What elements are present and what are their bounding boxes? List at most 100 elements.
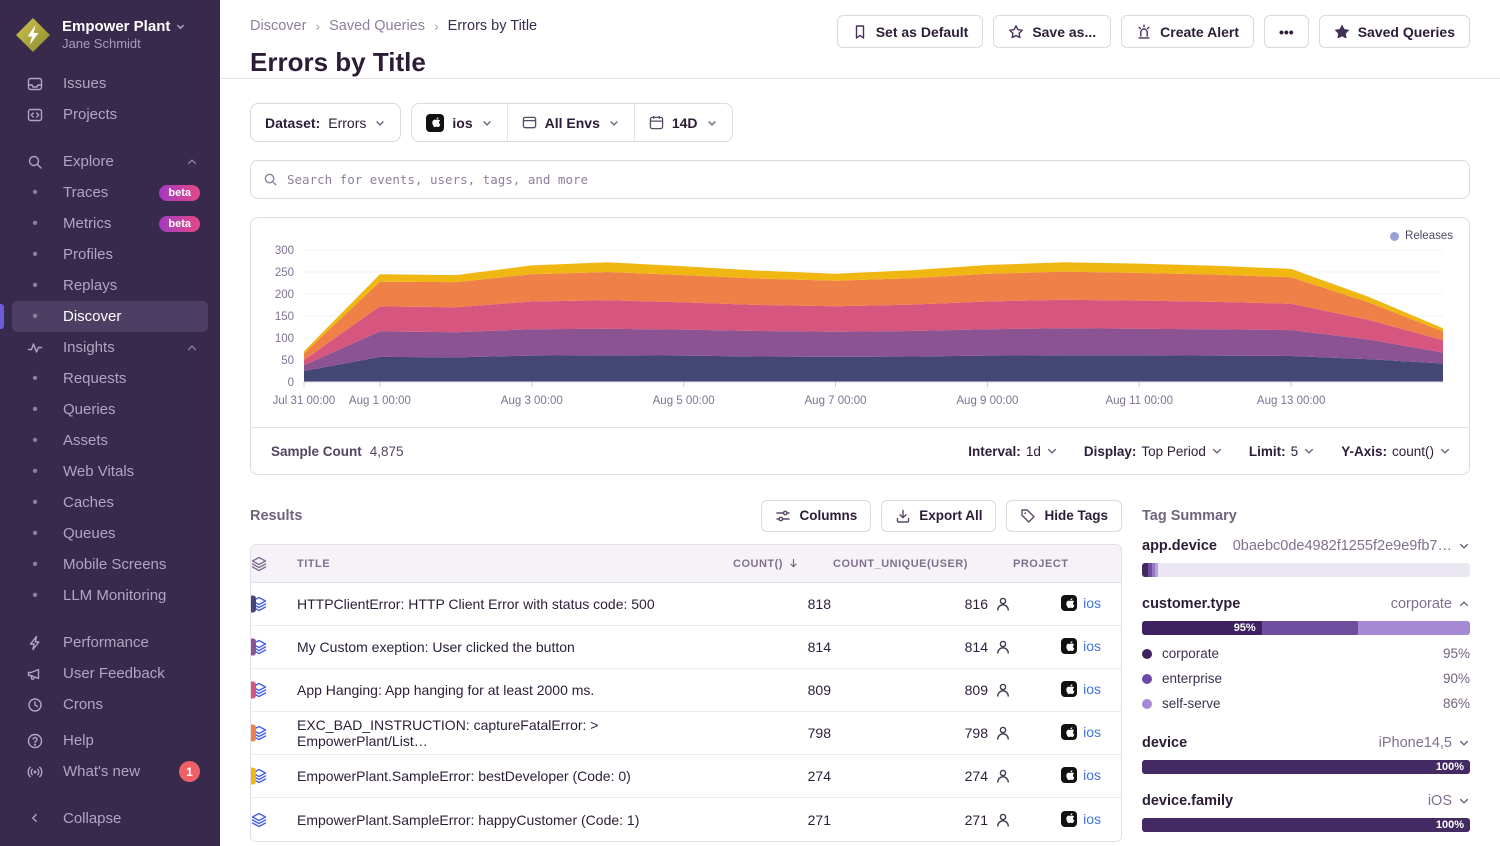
project-link[interactable]: ios bbox=[1061, 724, 1101, 740]
count-cell: 818 bbox=[733, 583, 833, 626]
environment-filter[interactable]: All Envs bbox=[507, 104, 634, 141]
tag-legend-item[interactable]: corporate95% bbox=[1142, 641, 1470, 666]
insights-icon bbox=[26, 340, 44, 356]
dataset-value: Errors bbox=[328, 115, 366, 131]
set-as-default-button[interactable]: Set as Default bbox=[837, 15, 984, 48]
sidebar-item-explore[interactable]: Explore bbox=[12, 146, 208, 177]
sidebar-item-label: Assets bbox=[63, 432, 108, 449]
column-header-stack[interactable] bbox=[251, 545, 297, 583]
overflow-menu-button[interactable]: ••• bbox=[1264, 15, 1309, 48]
breadcrumb-item[interactable]: Discover bbox=[250, 18, 306, 34]
count-unique-cell: 271 bbox=[833, 798, 1013, 841]
saved-queries-button[interactable]: Saved Queries bbox=[1319, 15, 1470, 48]
sidebar-item-label: Queues bbox=[63, 525, 116, 542]
sidebar-item-label: Performance bbox=[63, 634, 149, 651]
y-axis-control[interactable]: Y-Axis:count() bbox=[1341, 444, 1451, 459]
error-title-cell[interactable]: HTTPClientError: HTTP Client Error with … bbox=[297, 583, 733, 626]
sidebar-item-help[interactable]: Help bbox=[12, 725, 208, 756]
sidebar-item-queues[interactable]: • Queues bbox=[12, 518, 208, 549]
sidebar-item-label: What's new bbox=[63, 763, 140, 780]
table-row[interactable]: EmpowerPlant.SampleError: happyCustomer … bbox=[251, 798, 1121, 841]
table-row[interactable]: EmpowerPlant.SampleError: bestDeveloper … bbox=[251, 755, 1121, 798]
breadcrumb-item[interactable]: Saved Queries bbox=[329, 18, 425, 34]
sidebar-item-assets[interactable]: •Assets bbox=[12, 425, 208, 456]
project-link[interactable]: ios bbox=[1061, 681, 1101, 697]
sidebar-item-replays[interactable]: •Replays bbox=[12, 270, 208, 301]
sidebar-item-profiles[interactable]: •Profiles bbox=[12, 239, 208, 270]
sidebar-item-crons[interactable]: Crons bbox=[12, 689, 208, 720]
sample-count: Sample Count 4,875 bbox=[271, 444, 404, 459]
chevron-up-icon bbox=[186, 342, 198, 354]
bullet-icon: • bbox=[26, 525, 44, 543]
project-filter[interactable]: ios bbox=[412, 104, 506, 141]
sidebar-item-requests[interactable]: •Requests bbox=[12, 363, 208, 394]
sidebar-collapse-button[interactable]: Collapse bbox=[12, 800, 208, 836]
chevron-down-icon bbox=[1458, 540, 1470, 552]
org-name: Empower Plant bbox=[62, 18, 170, 37]
error-title-cell[interactable]: EXC_BAD_INSTRUCTION: captureFatalError: … bbox=[297, 712, 733, 755]
org-header[interactable]: Empower Plant Jane Schmidt bbox=[12, 12, 208, 68]
tag-legend-item[interactable]: self-serve86% bbox=[1142, 691, 1470, 716]
project-link[interactable]: ios bbox=[1061, 811, 1101, 827]
bar-segment: 100% bbox=[1142, 818, 1470, 832]
apple-icon bbox=[426, 114, 444, 132]
sidebar-item-traces[interactable]: •Tracesbeta bbox=[12, 177, 208, 208]
tag-value-toggle[interactable]: iOS bbox=[1428, 793, 1470, 809]
interval-control[interactable]: Interval:1d bbox=[968, 444, 1058, 459]
releases-legend[interactable]: Releases bbox=[1390, 230, 1453, 242]
error-title-cell[interactable]: My Custom exeption: User clicked the but… bbox=[297, 626, 733, 669]
column-header-count[interactable]: COUNT() bbox=[733, 545, 833, 583]
tag-top-value: iOS bbox=[1428, 793, 1452, 809]
sidebar-item-discover[interactable]: •Discover bbox=[12, 301, 208, 332]
export-all-button[interactable]: Export All bbox=[881, 500, 996, 532]
sidebar-item-mobile-screens[interactable]: •Mobile Screens bbox=[12, 549, 208, 580]
save-as--button[interactable]: Save as... bbox=[993, 15, 1111, 48]
sidebar-item-web-vitals[interactable]: •Web Vitals bbox=[12, 456, 208, 487]
error-title-cell[interactable]: EmpowerPlant.SampleError: happyCustomer … bbox=[297, 798, 733, 841]
project-link[interactable]: ios bbox=[1061, 767, 1101, 783]
tag-value-toggle[interactable]: corporate bbox=[1391, 596, 1470, 612]
table-row[interactable]: HTTPClientError: HTTP Client Error with … bbox=[251, 583, 1121, 626]
column-header-project[interactable]: PROJECT bbox=[1013, 545, 1121, 583]
sidebar-item-performance[interactable]: Performance bbox=[12, 627, 208, 658]
tag-legend-item[interactable]: enterprise90% bbox=[1142, 666, 1470, 691]
column-header-count-unique-user[interactable]: COUNT_UNIQUE(USER) bbox=[833, 545, 1013, 583]
table-row[interactable]: EXC_BAD_INSTRUCTION: captureFatalError: … bbox=[251, 712, 1121, 755]
hide-tags-button[interactable]: Hide Tags bbox=[1006, 500, 1122, 532]
date-range-filter[interactable]: 14D bbox=[634, 104, 732, 141]
columns-button[interactable]: Columns bbox=[761, 500, 871, 532]
dataset-filter[interactable]: Dataset: Errors bbox=[250, 103, 401, 142]
project-name: ios bbox=[1083, 724, 1101, 740]
layers-icon bbox=[251, 596, 297, 612]
project-link[interactable]: ios bbox=[1061, 638, 1101, 654]
table-row[interactable]: My Custom exeption: User clicked the but… bbox=[251, 626, 1121, 669]
sidebar-item-metrics[interactable]: •Metricsbeta bbox=[12, 208, 208, 239]
table-row[interactable]: App Hanging: App hanging for at least 20… bbox=[251, 669, 1121, 712]
sidebar-item-projects[interactable]: Projects bbox=[12, 99, 208, 130]
sidebar-item-what-s-new[interactable]: What's new1 bbox=[12, 756, 208, 787]
sidebar-item-caches[interactable]: •Caches bbox=[12, 487, 208, 518]
legend-dot-icon bbox=[1142, 699, 1152, 709]
sidebar-item-issues[interactable]: Issues bbox=[12, 68, 208, 99]
search-input[interactable] bbox=[287, 172, 1457, 187]
tag-top-value: 0baebc0de4982f1255f2e9e9fb7… bbox=[1233, 538, 1452, 554]
display-control[interactable]: Display:Top Period bbox=[1084, 444, 1223, 459]
sidebar-item-queries[interactable]: •Queries bbox=[12, 394, 208, 425]
tag-value-toggle[interactable]: iPhone14,5 bbox=[1379, 735, 1470, 751]
sidebar-item-llm-monitoring[interactable]: •LLM Monitoring bbox=[12, 580, 208, 611]
beta-badge: beta bbox=[159, 185, 200, 201]
svg-text:Aug 13 00:00: Aug 13 00:00 bbox=[1257, 395, 1325, 407]
tag-value-toggle[interactable]: 0baebc0de4982f1255f2e9e9fb7… bbox=[1233, 538, 1470, 554]
error-title-cell[interactable]: EmpowerPlant.SampleError: bestDeveloper … bbox=[297, 755, 733, 798]
project-name: ios bbox=[1083, 811, 1101, 827]
control-value: Top Period bbox=[1141, 444, 1206, 459]
column-header-title[interactable]: TITLE bbox=[297, 545, 733, 583]
create-alert-button[interactable]: Create Alert bbox=[1121, 15, 1254, 48]
results-buttons: Columns Export All Hide Tags bbox=[761, 500, 1122, 532]
sidebar-item-label: Traces bbox=[63, 184, 108, 201]
sidebar-item-insights[interactable]: Insights bbox=[12, 332, 208, 363]
limit-control[interactable]: Limit:5 bbox=[1249, 444, 1315, 459]
project-link[interactable]: ios bbox=[1061, 595, 1101, 611]
sidebar-item-user-feedback[interactable]: User Feedback bbox=[12, 658, 208, 689]
error-title-cell[interactable]: App Hanging: App hanging for at least 20… bbox=[297, 669, 733, 712]
